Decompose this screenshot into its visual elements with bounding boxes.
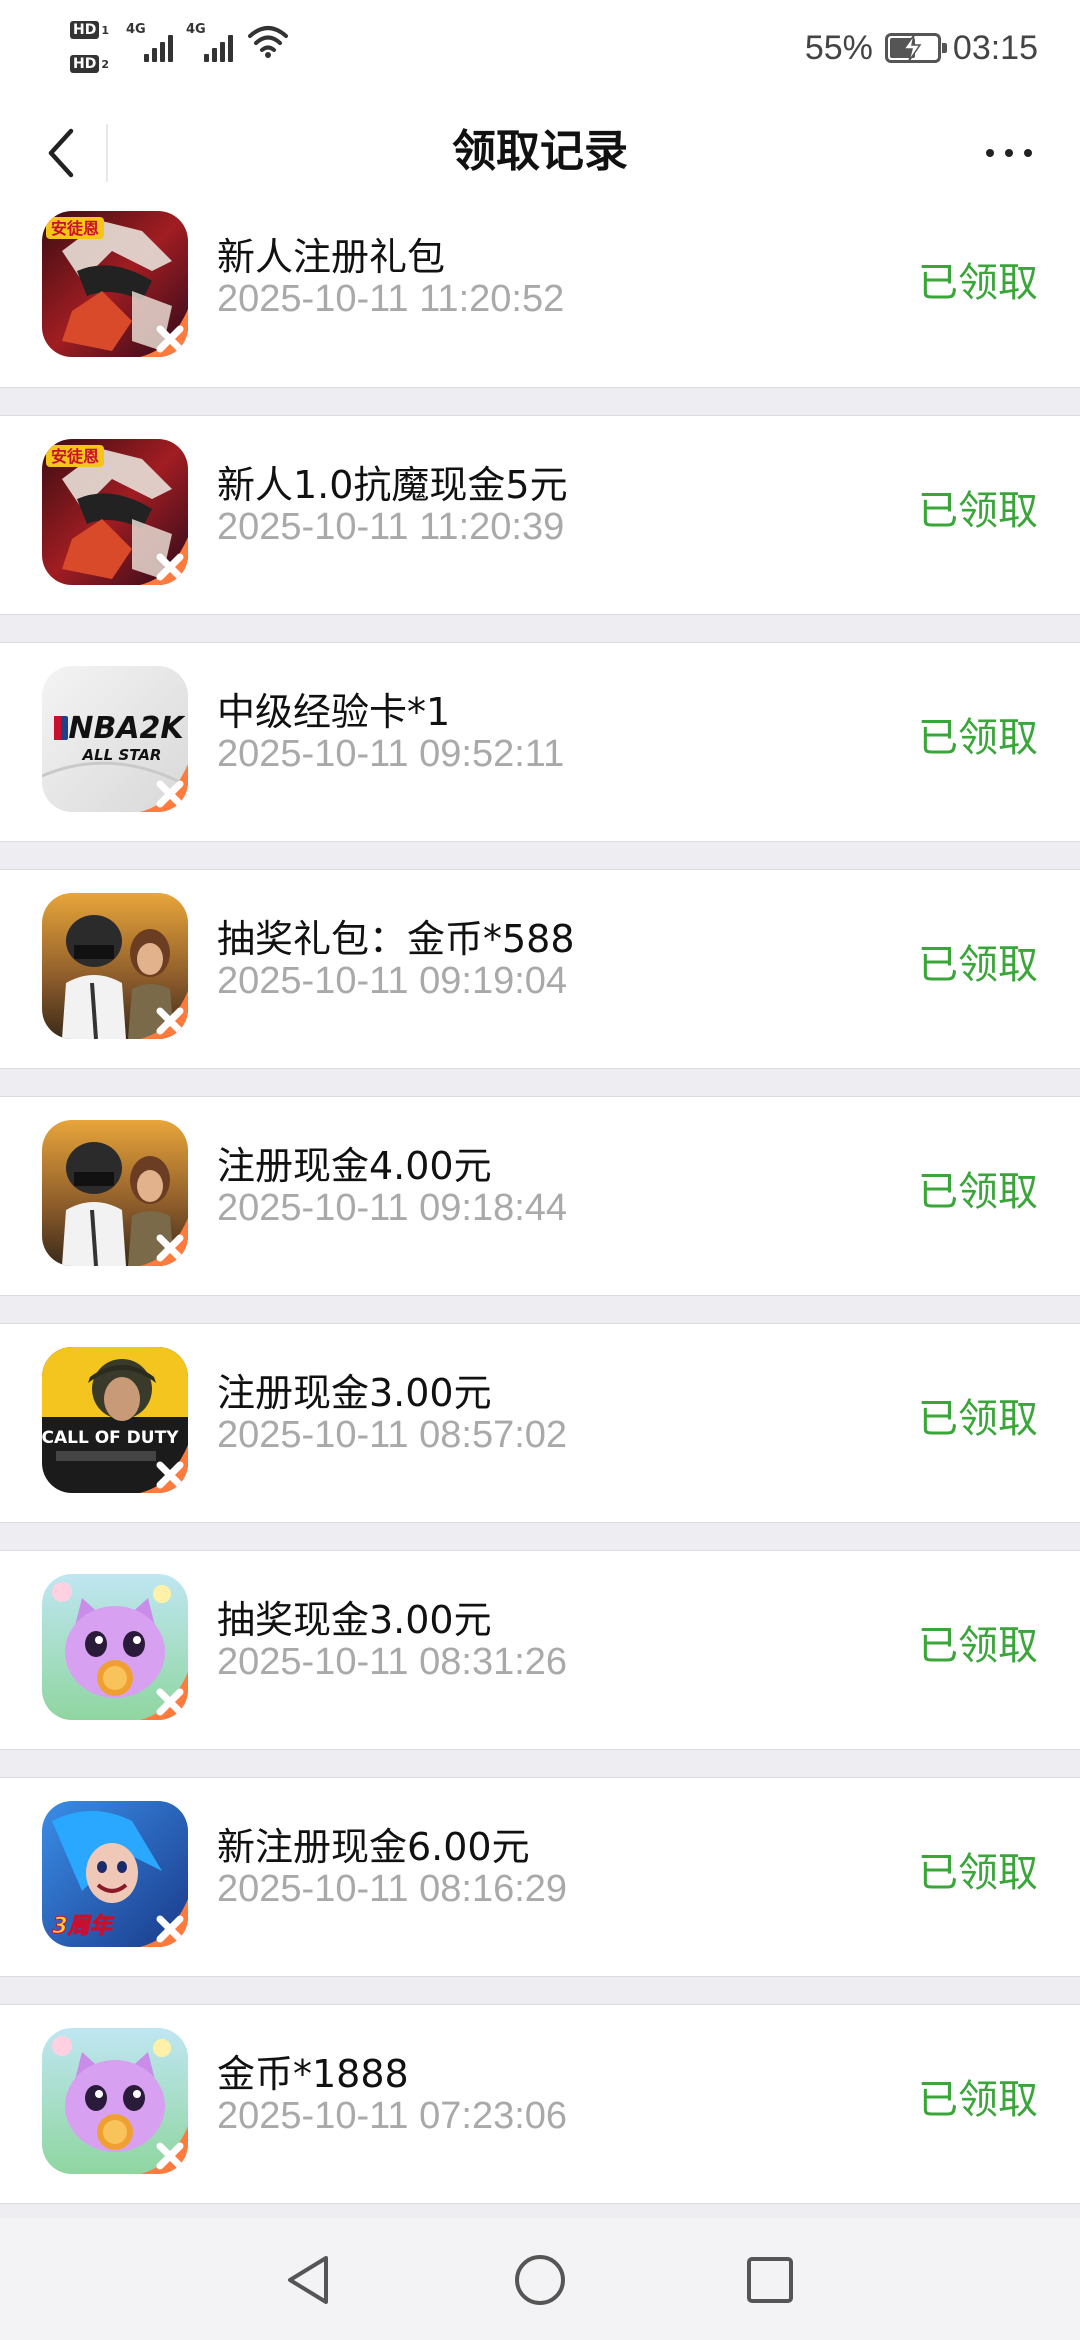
record-time: 2025-10-11 08:57:02 [217,1414,568,1456]
svg-text:安徒恩: 安徒恩 [51,447,99,466]
record-time: 2025-10-11 07:23:06 [217,2095,568,2137]
clock: 03:15 [952,28,1038,67]
record-title: 中级经验卡*1 [217,690,451,734]
circle-home-icon [515,2255,565,2305]
call-of-duty-game-icon: CALL OF DUTY [42,1347,188,1493]
sim2-label: HD [70,55,100,73]
hd-sim1-icon: HD 1 [70,18,118,42]
record-title: 抽奖礼包：金币*588 [217,917,575,961]
network1-label: 4G [126,22,146,37]
record-title: 注册现金4.00元 [217,1144,492,1188]
record-item[interactable]: 注册现金4.00元 2025-10-11 09:18:44 已领取 [0,1096,1080,1296]
record-title: 新注册现金6.00元 [217,1825,530,1869]
record-time: 2025-10-11 09:52:11 [217,733,565,775]
anime-game-icon: 安徒恩 [42,439,188,585]
record-time: 2025-10-11 11:20:52 [217,278,565,320]
record-title: 注册现金3.00元 [217,1371,492,1415]
anime-game-icon: 安徒恩 [42,211,188,357]
cat-game-icon [42,1574,188,1720]
system-nav-bar [0,2218,1080,2340]
record-status: 已领取 [918,488,1038,534]
record-status: 已领取 [918,1396,1038,1442]
nba2k-game-icon: NBA2K ALL STAR [42,666,188,812]
record-status: 已领取 [918,715,1038,761]
record-time: 2025-10-11 09:19:04 [217,960,568,1002]
record-title: 金币*1888 [217,2052,409,2096]
pubg-game-icon [42,893,188,1039]
battery-percent: 55% [804,28,873,67]
sim1-label: HD [70,21,100,39]
back-button[interactable] [26,118,96,188]
record-status: 已领取 [918,260,1038,306]
record-title: 新人1.0抗魔现金5元 [217,463,568,507]
record-time: 2025-10-11 08:16:29 [217,1868,568,1910]
network2-label: 4G [186,22,206,37]
status-right: 55% 03:15 [805,18,1038,78]
hd-sim2-icon: HD 2 [70,52,118,76]
charging-bolt-icon [902,34,922,62]
square-recents-icon [747,2257,793,2303]
record-item[interactable]: 安徒恩新人1.0抗魔现金5元 2025-10-11 11:20:39 已领取 [0,415,1080,615]
battery-icon [884,33,947,63]
more-dots-icon [986,149,1032,157]
pubg-game-icon [42,1120,188,1266]
svg-text:ALL STAR: ALL STAR [82,746,162,764]
record-status: 已领取 [918,1169,1038,1215]
record-status: 已领取 [918,942,1038,988]
svg-text:CALL OF DUTY: CALL OF DUTY [42,1428,179,1448]
record-time: 2025-10-11 08:31:26 [217,1641,568,1683]
record-time: 2025-10-11 09:18:44 [217,1187,568,1229]
record-status: 已领取 [918,2077,1038,2123]
hero-game-icon: 3周年 [42,1801,188,1947]
record-item[interactable]: NBA2K ALL STAR 中级经验卡*1 2025-10-11 09:52:11 已… [0,642,1080,842]
chevron-left-icon [48,128,74,178]
record-item[interactable]: CALL OF DUTY 注册现金3.00元 2025-10-11 08:57:02… [0,1323,1080,1523]
record-item[interactable]: 抽奖礼包：金币*588 2025-10-11 09:19:04 已领取 [0,869,1080,1069]
record-item[interactable]: 安徒恩新人注册礼包 2025-10-11 11:20:52 已领取 [0,188,1080,388]
triangle-back-icon [288,2256,328,2304]
nav-back-button[interactable] [276,2248,340,2312]
nav-home-button[interactable] [508,2248,572,2312]
record-item[interactable]: 金币*1888 2025-10-11 07:23:06 已领取 [0,2004,1080,2204]
more-button[interactable] [964,118,1054,188]
nav-recents-button[interactable] [738,2248,802,2312]
svg-text:安徒恩: 安徒恩 [51,219,99,238]
status-bar: HD 1 HD 2 4G 4G 55% 03:15 [0,0,1080,92]
record-status: 已领取 [918,1623,1038,1669]
sim1-index: 1 [101,23,109,37]
record-item[interactable]: 抽奖现金3.00元 2025-10-11 08:31:26 已领取 [0,1550,1080,1750]
record-status: 已领取 [918,1850,1038,1896]
header-divider [106,124,108,182]
svg-text:NBA2K: NBA2K [68,711,186,746]
record-item[interactable]: 3周年 新注册现金6.00元 2025-10-11 08:16:29 已领取 [0,1777,1080,1977]
cat-game-icon [42,2028,188,2174]
record-time: 2025-10-11 11:20:39 [217,506,565,548]
wifi-icon [248,26,288,58]
sim2-index: 2 [101,57,109,71]
record-title: 新人注册礼包 [217,235,446,279]
record-title: 抽奖现金3.00元 [217,1598,492,1642]
svg-text:3周年: 3周年 [52,1913,114,1939]
